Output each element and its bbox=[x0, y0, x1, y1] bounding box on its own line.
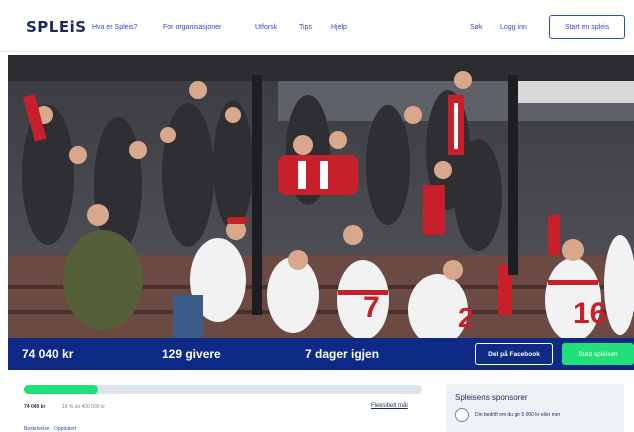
search-link[interactable]: Søk bbox=[470, 24, 482, 31]
donor-count: 129 givere bbox=[162, 347, 221, 361]
sponsor-panel bbox=[446, 384, 624, 432]
nav-link-for-organisasjoner[interactable]: For organisasjoner bbox=[163, 24, 221, 31]
nav-link-hva-er-spleis[interactable]: Hva er Spleis? bbox=[92, 24, 138, 31]
top-navigation: SPLEiS Hva er Spleis? For organisasjoner… bbox=[0, 0, 634, 52]
jersey-number-7: 7 bbox=[363, 291, 380, 324]
sponsor-offer-text[interactable]: Din bedrift om du gir 5 000 kr eller mer bbox=[475, 412, 560, 418]
hero-photo: 7 2 16 bbox=[8, 55, 634, 338]
goal-percentage: 18 % av 400 000 kr bbox=[62, 404, 106, 410]
login-link[interactable]: Logg inn bbox=[500, 24, 527, 31]
sponsor-title: Spleisens sponsorer bbox=[455, 393, 528, 402]
start-spleis-button[interactable]: Start en spleis bbox=[549, 15, 625, 39]
support-campaign-button[interactable]: Støtt spleisen bbox=[562, 343, 634, 365]
campaign-stats-bar: 74 040 kr 129 givere 7 dager igjen Del p… bbox=[8, 338, 634, 370]
sponsor-placeholder-icon[interactable] bbox=[455, 408, 469, 422]
campaign-hero-image: 7 2 16 bbox=[8, 55, 634, 338]
jersey-number-16: 16 bbox=[573, 297, 606, 330]
description-tabs[interactable]: Beskrivelse · Oppdatert bbox=[24, 426, 76, 432]
flexible-goal-link[interactable]: Fleksibelt mål bbox=[371, 403, 408, 409]
nav-link-tips[interactable]: Tips bbox=[299, 24, 312, 31]
nav-link-hjelp[interactable]: Hjelp bbox=[331, 24, 347, 31]
progress-bar-fill bbox=[24, 385, 98, 394]
spleis-logo[interactable]: SPLEiS bbox=[26, 18, 87, 36]
days-remaining: 7 dager igjen bbox=[305, 347, 380, 361]
nav-link-utforsk[interactable]: Utforsk bbox=[255, 24, 277, 31]
raised-amount: 74 040 kr bbox=[24, 404, 46, 410]
progress-bar bbox=[24, 385, 422, 394]
amount-raised: 74 040 kr bbox=[22, 347, 74, 361]
share-facebook-button[interactable]: Del på Facebook bbox=[475, 343, 553, 365]
jersey-number-2: 2 bbox=[458, 302, 474, 333]
